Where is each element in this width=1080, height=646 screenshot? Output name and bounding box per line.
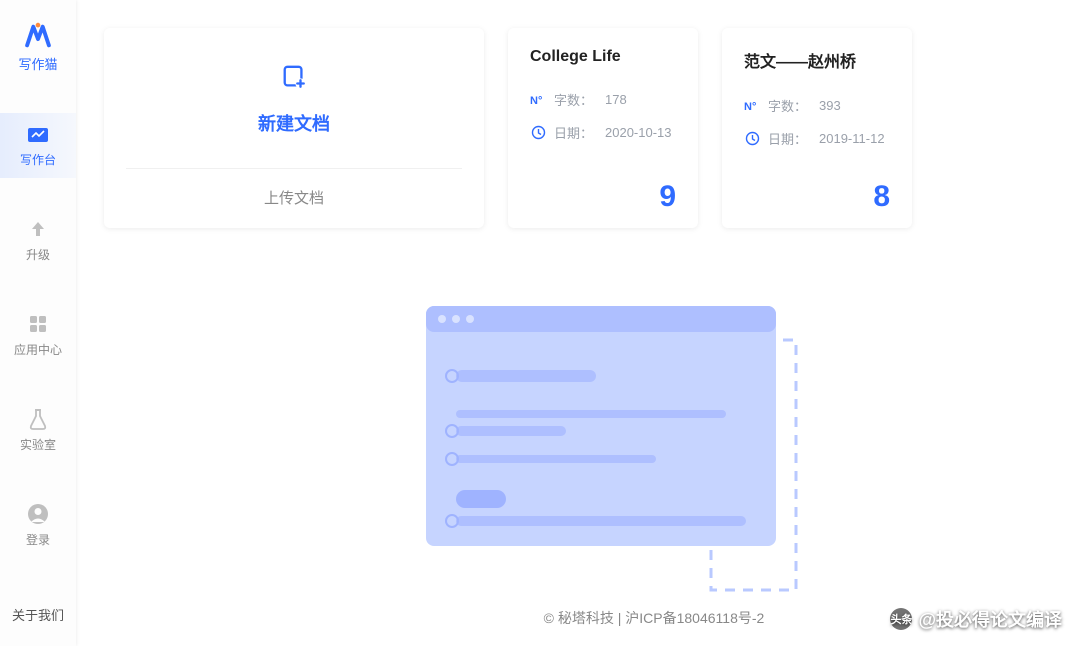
- wordcount-label: 字数：: [554, 90, 593, 109]
- watermark: 头条 @投必得论文编译: [890, 606, 1062, 632]
- sidebar-item-upgrade[interactable]: 升级: [0, 208, 76, 273]
- doc-wordcount-row: N° 字数： 178: [530, 90, 676, 109]
- clock-icon: [530, 125, 546, 141]
- create-doc-label: 新建文档: [258, 110, 330, 136]
- sidebar-item-label: 登录: [26, 531, 50, 548]
- sidebar: 写作猫 写作台 升级 应用中心 实验室: [0, 0, 76, 646]
- brand-name: 写作猫: [18, 54, 57, 73]
- upload-doc-button[interactable]: 上传文档: [126, 168, 462, 208]
- date-value: 2019-11-12: [819, 131, 885, 146]
- empty-state-illustration: [416, 300, 816, 600]
- doc-score: 9: [659, 180, 676, 214]
- brand-logo: 写作猫: [18, 22, 57, 73]
- watermark-text: @投必得论文编译: [918, 606, 1062, 632]
- wordcount-icon: N°: [744, 98, 760, 114]
- user-icon: [27, 503, 49, 525]
- doc-card[interactable]: College Life N° 字数： 178 日期： 2020-10-13 9: [508, 28, 698, 228]
- wordcount-icon: N°: [530, 92, 546, 108]
- doc-wordcount-row: N° 字数： 393: [744, 96, 890, 115]
- svg-text:N°: N°: [744, 101, 756, 113]
- sidebar-item-lab[interactable]: 实验室: [0, 398, 76, 463]
- sidebar-item-label: 实验室: [20, 436, 56, 453]
- doc-date-row: 日期： 2019-11-12: [744, 129, 890, 148]
- sidebar-item-label: 写作台: [20, 151, 56, 168]
- clock-icon: [744, 131, 760, 147]
- date-label: 日期：: [768, 129, 807, 148]
- doc-title: 范文——赵州桥: [744, 48, 890, 72]
- about-link[interactable]: 关于我们: [12, 605, 64, 624]
- wordcount-value: 393: [819, 98, 841, 113]
- svg-text:N°: N°: [530, 95, 542, 107]
- copyright-text: © 秘塔科技 | 沪ICP备18046118号-2: [544, 610, 765, 626]
- new-doc-icon: [266, 64, 322, 90]
- apps-icon: [27, 313, 49, 335]
- sidebar-item-label: 应用中心: [14, 341, 62, 358]
- sidebar-item-workspace[interactable]: 写作台: [0, 113, 76, 178]
- edit-icon: [27, 123, 49, 145]
- date-value: 2020-10-13: [605, 125, 672, 140]
- sidebar-item-login[interactable]: 登录: [0, 493, 76, 558]
- cards-row: 新建文档 上传文档 College Life N° 字数： 178 日期： 20…: [76, 0, 1080, 228]
- watermark-badge-icon: 头条: [890, 608, 912, 630]
- wordcount-label: 字数：: [768, 96, 807, 115]
- doc-date-row: 日期： 2020-10-13: [530, 123, 676, 142]
- sidebar-item-label: 升级: [26, 246, 50, 263]
- doc-card[interactable]: 范文——赵州桥 N° 字数： 393 日期： 2019-11-12 8: [722, 28, 912, 228]
- sidebar-nav: 写作台 升级 应用中心 实验室 登录: [0, 113, 76, 558]
- sidebar-item-apps[interactable]: 应用中心: [0, 303, 76, 368]
- logo-icon: [22, 22, 54, 50]
- upgrade-icon: [27, 218, 49, 240]
- lab-icon: [27, 408, 49, 430]
- doc-title: College Life: [530, 48, 676, 66]
- doc-score: 8: [873, 180, 890, 214]
- date-label: 日期：: [554, 123, 593, 142]
- create-doc-card[interactable]: 新建文档 上传文档: [104, 28, 484, 228]
- wordcount-value: 178: [605, 92, 627, 107]
- main-area: 新建文档 上传文档 College Life N° 字数： 178 日期： 20…: [76, 0, 1080, 646]
